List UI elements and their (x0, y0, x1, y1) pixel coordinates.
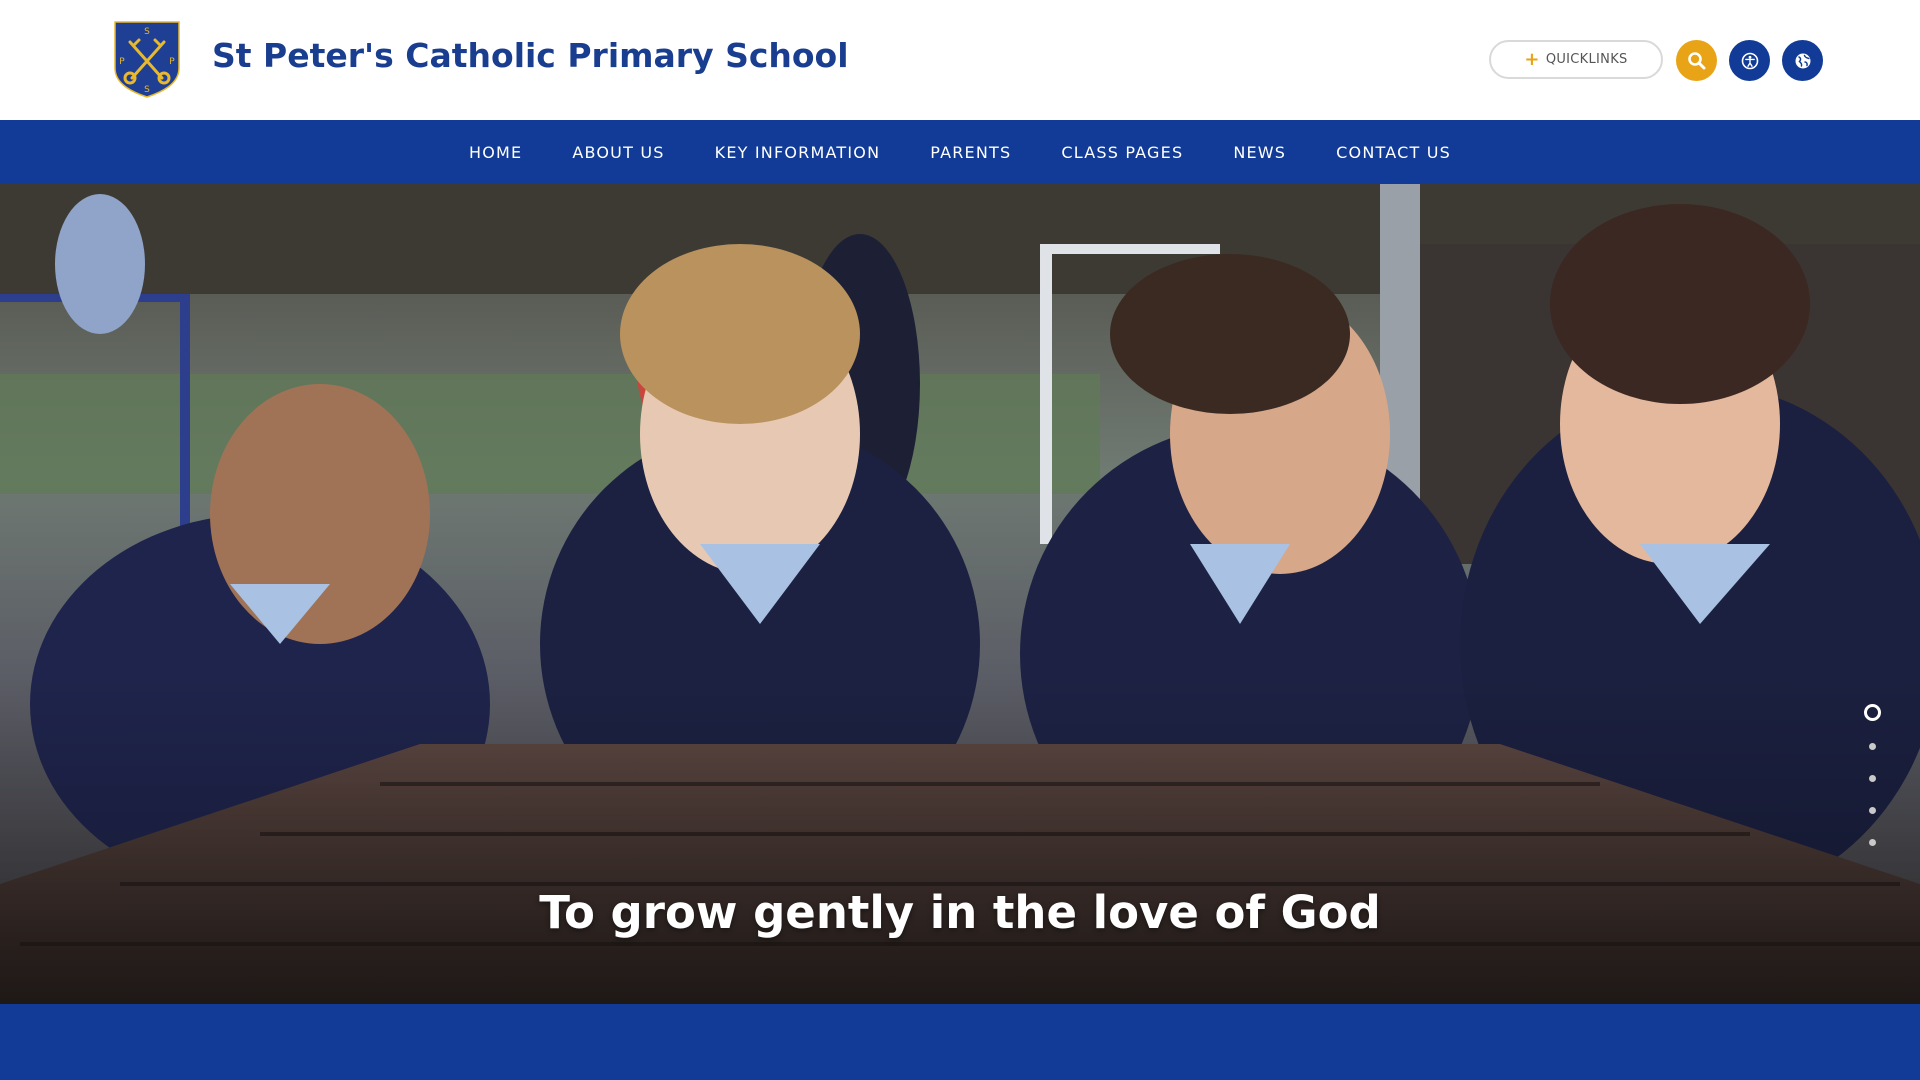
main-nav: HOME ABOUT US KEY INFORMATION PARENTS CL… (0, 120, 1920, 184)
hero-slider (0, 184, 1920, 1004)
slide-dot[interactable] (1868, 775, 1876, 782)
search-button[interactable] (1676, 40, 1717, 81)
search-icon (1687, 51, 1705, 69)
slide-dot[interactable] (1868, 807, 1876, 814)
hero-caption: To grow gently in the love of God (539, 886, 1381, 939)
slide-dot[interactable] (1863, 704, 1881, 721)
hero-photo (0, 184, 1920, 1004)
accessibility-button[interactable] (1729, 40, 1770, 81)
logo-letter: P (119, 57, 125, 67)
nav-item-contact-us[interactable]: CONTACT US (1336, 143, 1451, 162)
slider-pagination (1862, 704, 1882, 871)
plus-icon: + (1524, 48, 1540, 70)
nav-item-news[interactable]: NEWS (1233, 143, 1286, 162)
school-crest-logo[interactable]: S P P S (112, 20, 182, 98)
logo-letter: S (144, 85, 150, 95)
quicklinks-button[interactable]: + QUICKLINKS (1489, 40, 1663, 79)
accessibility-icon (1741, 52, 1758, 69)
translate-button[interactable] (1782, 40, 1823, 81)
nav-item-home[interactable]: HOME (469, 143, 522, 162)
footer-band (0, 1004, 1920, 1080)
nav-item-parents[interactable]: PARENTS (930, 143, 1011, 162)
nav-item-key-information[interactable]: KEY INFORMATION (715, 143, 881, 162)
logo-letter: S (144, 27, 150, 37)
slide-dot[interactable] (1868, 743, 1876, 750)
nav-item-about-us[interactable]: ABOUT US (572, 143, 664, 162)
school-name[interactable]: St Peter's Catholic Primary School (212, 36, 849, 75)
quicklinks-label: QUICKLINKS (1545, 52, 1628, 67)
site-header: S P P S St Peter's Catholic Primary Scho… (0, 0, 1920, 120)
slide-dot[interactable] (1868, 839, 1876, 846)
nav-item-class-pages[interactable]: CLASS PAGES (1061, 143, 1183, 162)
globe-icon (1795, 53, 1810, 68)
logo-letter: P (169, 57, 175, 67)
